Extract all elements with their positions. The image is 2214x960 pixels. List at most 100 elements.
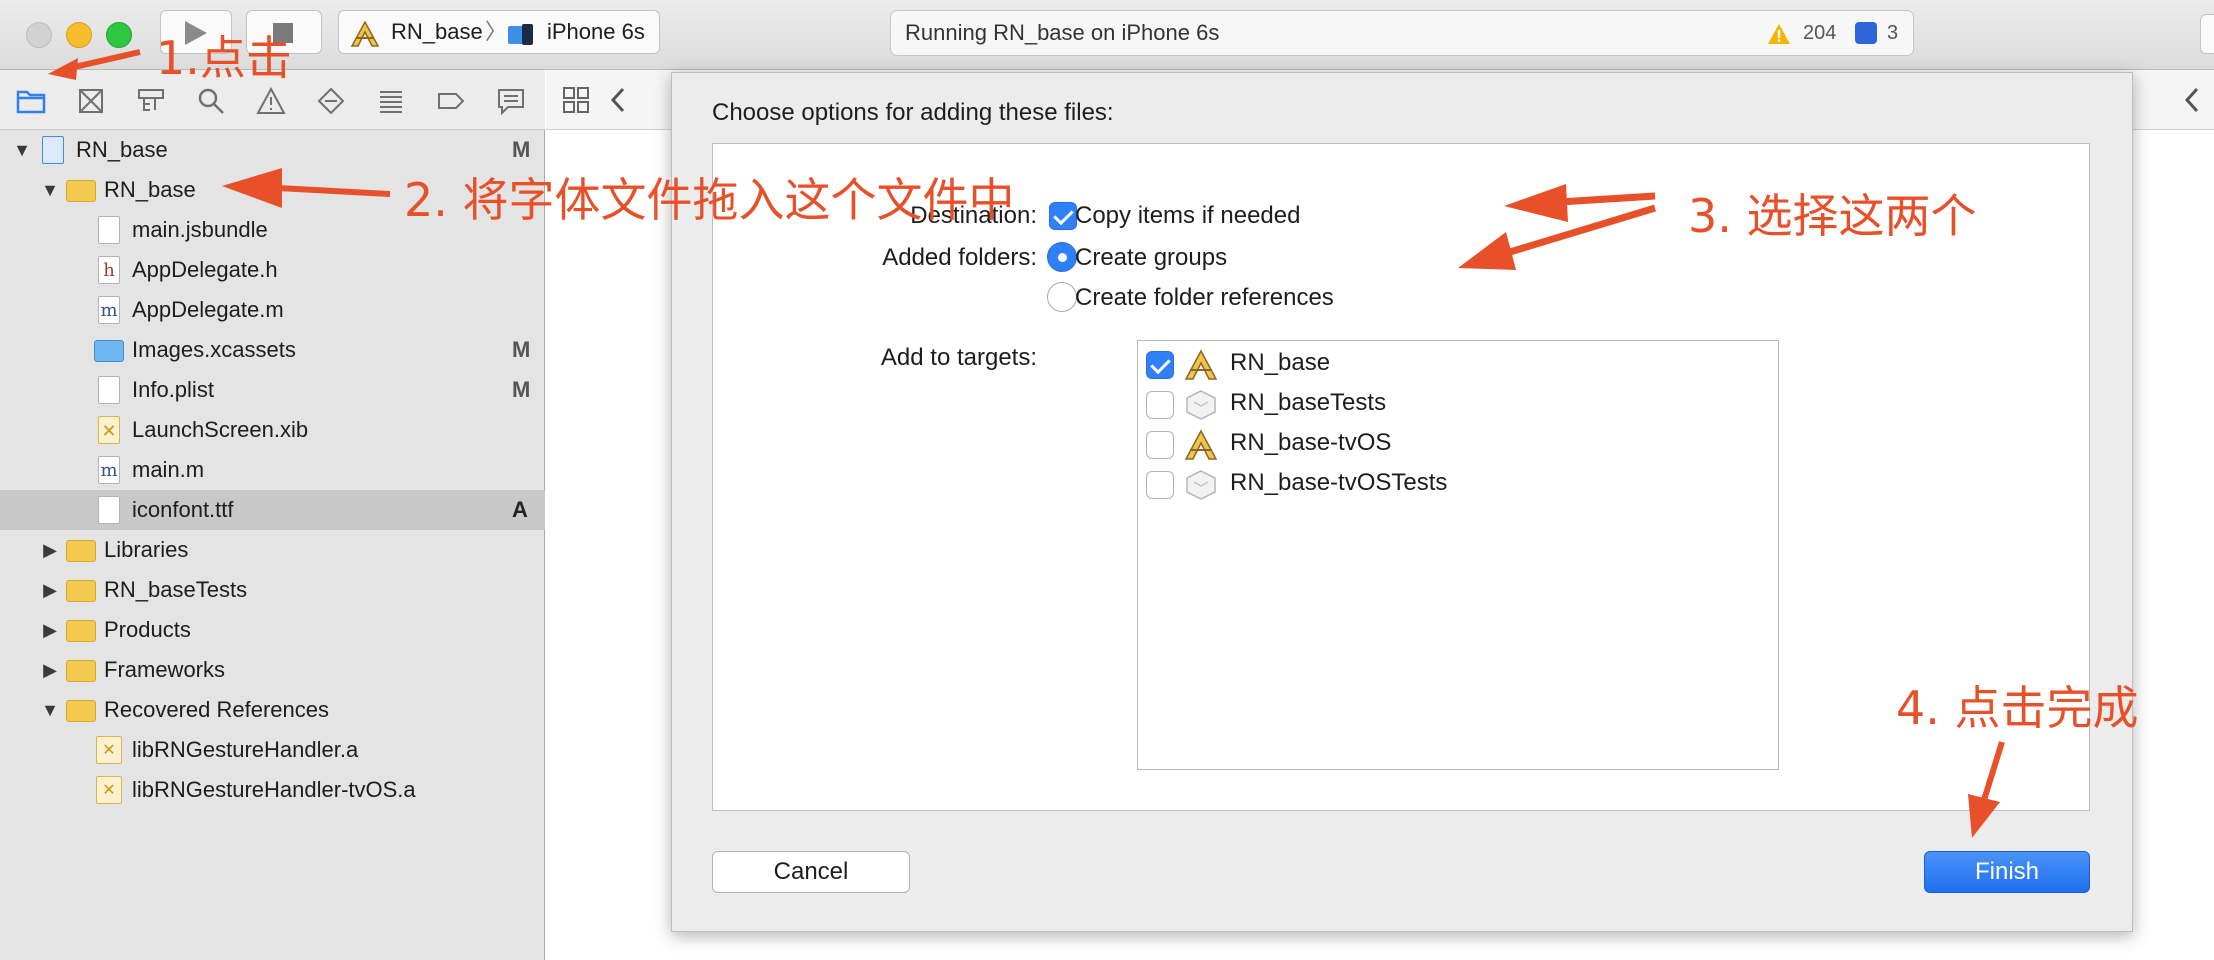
warning-icon[interactable] [1767, 23, 1791, 45]
tree-item-label: libRNGestureHandler-tvOS.a [132, 777, 416, 802]
tree-row-file[interactable]: m main.m [0, 450, 545, 490]
disclosure-collapsed-icon[interactable]: ▶ [40, 530, 60, 570]
target-name: RN_base-tvOS [1230, 429, 1392, 456]
folder-icon [66, 660, 96, 682]
disclosure-expanded-icon[interactable]: ▼ [40, 170, 60, 210]
tree-item-label: LaunchScreen.xib [132, 417, 309, 442]
tree-row-group[interactable]: ▶ Libraries [0, 530, 545, 570]
target-name: RN_base [1230, 349, 1331, 376]
app-target-icon [351, 21, 379, 47]
device-icon [508, 24, 533, 45]
chevron-left-icon[interactable] [608, 86, 628, 114]
tree-item-label: Libraries [104, 537, 189, 562]
test-bundle-icon [1186, 470, 1216, 500]
disclosure-collapsed-icon[interactable]: ▶ [40, 610, 60, 650]
tree-item-label: main.jsbundle [132, 217, 268, 242]
create-folder-references-label[interactable]: Create folder references [1075, 284, 1334, 312]
target-row[interactable]: RN_base-tvOSTests [1138, 465, 1778, 505]
issue-icon[interactable] [1855, 22, 1877, 44]
source-control-icon[interactable] [76, 86, 106, 116]
cancel-button[interactable]: Cancel [712, 851, 910, 893]
copy-items-label[interactable]: Copy items if needed [1075, 202, 1300, 230]
target-row[interactable]: RN_baseTests [1138, 385, 1778, 425]
status-text: Running RN_base on iPhone 6s [905, 20, 1220, 45]
grid-icon[interactable] [562, 86, 590, 114]
annotation-step3: 3. 选择这两个 [1688, 189, 1977, 243]
plist-file-icon [98, 376, 120, 404]
target-name: RN_base-tvOSTests [1230, 469, 1448, 496]
folder-icon [66, 620, 96, 642]
search-icon[interactable] [196, 86, 226, 116]
folder-navigator-icon[interactable] [16, 86, 46, 116]
activity-status: Running RN_base on iPhone 6s 204 3 [890, 10, 1914, 56]
disclosure-expanded-icon[interactable]: ▼ [12, 130, 32, 170]
report-navigator-icon[interactable] [496, 86, 526, 116]
create-groups-label[interactable]: Create groups [1075, 244, 1227, 272]
target-checkbox[interactable] [1146, 391, 1174, 419]
device-name: iPhone 6s [547, 19, 645, 44]
warning-count: 204 [1803, 22, 1837, 44]
disclosure-collapsed-icon[interactable]: ▶ [40, 650, 60, 690]
scm-status-badge: A [512, 497, 528, 522]
tree-row-file[interactable]: Info.plist M [0, 370, 545, 410]
library-file-icon: ✕ [96, 776, 122, 804]
tree-row-group[interactable]: ▶ Products [0, 610, 545, 650]
minimize-window-button[interactable] [66, 22, 92, 48]
scm-status-badge: M [512, 377, 531, 402]
file-icon [98, 216, 120, 244]
create-folder-references-radio[interactable] [1047, 282, 1077, 312]
folder-icon [66, 180, 96, 202]
sheet-title: Choose options for adding these files: [712, 99, 1114, 126]
tree-row-file[interactable]: ✕ LaunchScreen.xib [0, 410, 545, 450]
tree-item-label: RN_base [104, 177, 196, 202]
target-checkbox[interactable] [1146, 471, 1174, 499]
tree-item-label: Images.xcassets [132, 337, 296, 362]
tree-item-label: main.m [132, 457, 205, 482]
folder-icon [66, 580, 96, 602]
test-navigator-icon[interactable] [316, 86, 346, 116]
tree-row-file[interactable]: ✕ libRNGestureHandler-tvOS.a [0, 770, 545, 810]
target-row[interactable]: RN_base-tvOS [1138, 425, 1778, 465]
chevron-right-icon: 〉 [485, 19, 508, 44]
tree-row-group[interactable]: ▶ RN_baseTests [0, 570, 545, 610]
disclosure-collapsed-icon[interactable]: ▶ [40, 570, 60, 610]
scheme-name: RN_base [391, 19, 483, 44]
disclosure-expanded-icon[interactable]: ▼ [40, 690, 60, 730]
debug-navigator-icon[interactable] [376, 86, 406, 116]
symbol-navigator-icon[interactable] [136, 86, 166, 116]
tree-row-group[interactable]: ▶ Frameworks [0, 650, 545, 690]
tree-row-file[interactable]: h AppDelegate.h [0, 250, 545, 290]
header-file-icon: h [98, 256, 120, 284]
issue-navigator-icon[interactable] [256, 86, 286, 116]
issue-count: 3 [1887, 22, 1899, 44]
target-checkbox[interactable] [1146, 431, 1174, 459]
create-groups-radio[interactable] [1047, 242, 1077, 272]
zoom-window-button[interactable] [106, 22, 132, 48]
project-file-icon [42, 136, 64, 164]
objc-file-icon: m [98, 456, 120, 484]
chevron-left-icon[interactable] [2182, 86, 2202, 114]
tree-row-group[interactable]: ▼ Recovered References [0, 690, 545, 730]
close-window-button[interactable] [26, 22, 52, 48]
library-file-icon: ✕ [96, 736, 122, 764]
tree-item-label: iconfont.ttf [132, 497, 234, 522]
tree-row-file-selected[interactable]: iconfont.ttf A [0, 490, 545, 530]
tree-item-label: Info.plist [132, 377, 214, 402]
target-checkbox[interactable] [1146, 351, 1174, 379]
inspector-toggle-button[interactable] [2200, 14, 2214, 54]
copy-items-checkbox[interactable] [1049, 202, 1077, 230]
tree-row-file[interactable]: Images.xcassets M [0, 330, 545, 370]
objc-file-icon: m [98, 296, 120, 324]
scheme-selector[interactable]: RN_base 〉 iPhone 6s [338, 10, 660, 54]
annotation-step1: 1.点击 [156, 31, 292, 85]
annotation-step2: 2. 将字体文件拖入这个文件中 [404, 173, 1015, 227]
xib-file-icon: ✕ [98, 416, 120, 444]
folder-icon [66, 540, 96, 562]
breakpoint-navigator-icon[interactable] [436, 86, 466, 116]
finish-button[interactable]: Finish [1924, 851, 2090, 893]
tree-item-label: RN_base [76, 137, 168, 162]
target-row[interactable]: RN_base [1138, 345, 1778, 385]
tree-item-label: AppDelegate.h [132, 257, 278, 282]
tree-row-file[interactable]: ✕ libRNGestureHandler.a [0, 730, 545, 770]
tree-row-file[interactable]: m AppDelegate.m [0, 290, 545, 330]
